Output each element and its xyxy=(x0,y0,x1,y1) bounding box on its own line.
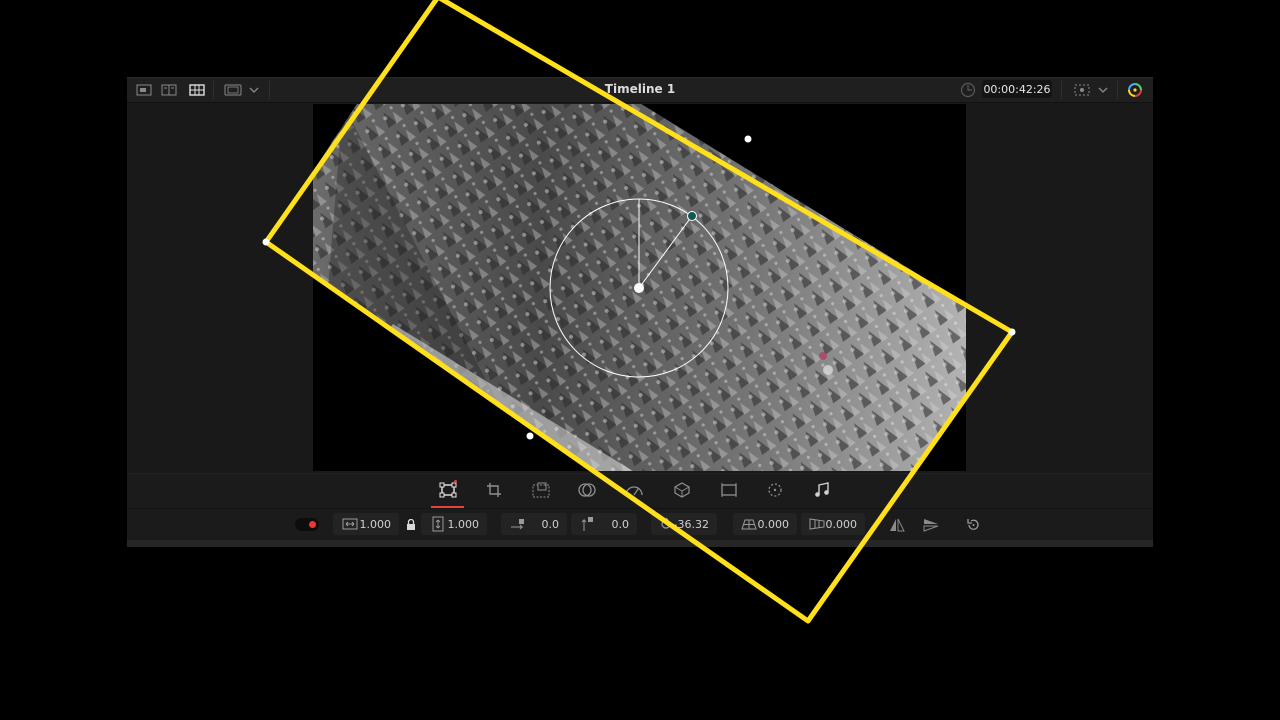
transform-enable-toggle[interactable] xyxy=(295,518,319,531)
position-y-field[interactable]: 0.0 xyxy=(571,513,637,535)
active-tool-dot xyxy=(454,480,457,483)
position-y-icon xyxy=(579,517,597,531)
composite-icon[interactable] xyxy=(576,480,598,500)
timeline-name[interactable]: Timeline 1 xyxy=(605,82,675,96)
crop-icon[interactable] xyxy=(483,480,505,500)
zoom-x-icon xyxy=(341,517,359,531)
transform-params-bar: 1.000 1.000 0.0 0.0 -36.32 0.000 0.000 xyxy=(127,508,1153,541)
zoom-y-icon xyxy=(429,516,447,532)
viewer-size-icon[interactable] xyxy=(223,82,243,98)
retime-icon[interactable] xyxy=(764,480,786,500)
pitch-icon xyxy=(741,517,758,531)
rotation-field[interactable]: -36.32 xyxy=(651,513,717,535)
viewer-top-bar: Timeline 1 00:00:42:26 xyxy=(127,78,1153,103)
rotation-icon xyxy=(659,517,674,531)
dual-viewer-icon[interactable] xyxy=(160,82,178,98)
pitch-field[interactable]: 0.000 xyxy=(733,513,797,535)
lock-icon[interactable] xyxy=(401,515,421,535)
transform-icon[interactable] xyxy=(437,480,459,500)
dynamic-zoom-icon[interactable] xyxy=(530,480,552,500)
zoom-x-field[interactable]: 1.000 xyxy=(333,513,399,535)
audio-icon[interactable] xyxy=(811,480,833,500)
playhead-sync-icon[interactable] xyxy=(959,82,977,98)
stabilization-icon[interactable] xyxy=(671,480,693,500)
zoom-y-field[interactable]: 1.000 xyxy=(421,513,487,535)
tools-bar xyxy=(127,473,1153,508)
grid-viewer-icon[interactable] xyxy=(188,82,206,98)
flip-horizontal-icon[interactable] xyxy=(887,515,907,535)
viewer-canvas[interactable] xyxy=(313,104,966,471)
single-viewer-icon[interactable] xyxy=(135,82,153,98)
viewer-bottom-strip xyxy=(127,540,1153,547)
lens-correction-icon[interactable] xyxy=(718,480,740,500)
color-wheel-icon[interactable] xyxy=(1125,82,1145,98)
onscreen-controls-icon[interactable] xyxy=(1072,82,1092,98)
chevron-down-icon[interactable] xyxy=(247,82,261,98)
timecode-display[interactable]: 00:00:42:26 xyxy=(982,80,1052,98)
yaw-icon xyxy=(809,517,826,531)
flip-vertical-icon[interactable] xyxy=(921,515,941,535)
position-x-field[interactable]: 0.0 xyxy=(501,513,567,535)
viewer-window: Timeline 1 00:00:42:26 1.000 1.000 0.0 0… xyxy=(127,77,1153,547)
position-x-icon xyxy=(509,517,527,531)
reset-icon[interactable] xyxy=(963,515,983,535)
chevron-down-icon[interactable] xyxy=(1096,82,1110,98)
speed-icon[interactable] xyxy=(623,480,645,500)
yaw-field[interactable]: 0.000 xyxy=(801,513,865,535)
